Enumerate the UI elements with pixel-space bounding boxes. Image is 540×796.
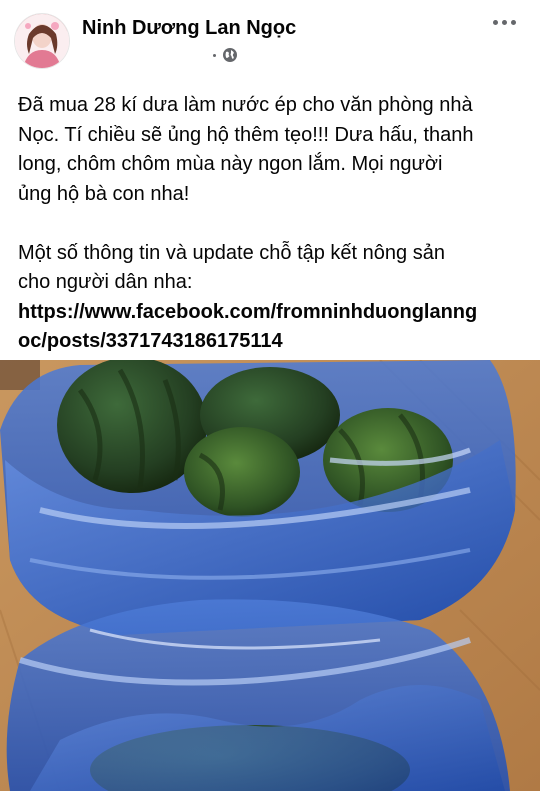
more-options-icon[interactable]	[490, 12, 518, 32]
post-text-line: cho người dân nha:	[18, 271, 193, 293]
post-link-line: https://www.facebook.com/fromninhduongla…	[18, 298, 532, 328]
post-link[interactable]: https://www.facebook.com/fromninhduongla…	[18, 301, 477, 323]
post-body: Đã mua 28 kí dưa làm nước ép cho văn phò…	[18, 91, 532, 357]
more-dot	[501, 19, 507, 25]
post-link-continued[interactable]: oc/posts/3371743186175114	[18, 330, 283, 352]
more-dot	[492, 19, 498, 25]
post-text-line: ủng hộ bà con nha!	[18, 182, 190, 205]
globe-icon[interactable]	[222, 47, 238, 63]
avatar-image	[15, 14, 69, 68]
post-text-line: long, chôm chôm mùa này ngon lắm. Mọi ng…	[18, 153, 443, 175]
more-dot	[510, 19, 516, 25]
post-link-line: oc/posts/3371743186175114	[18, 327, 532, 357]
post-text-line: Nọc. Tí chiều sẽ ủng hộ thêm tẹo!!! Dưa …	[18, 123, 474, 146]
post-header: Ninh Dương Lan Ngọc	[0, 0, 540, 80]
author-name[interactable]: Ninh Dương Lan Ngọc	[82, 17, 296, 40]
post-text-line: Đã mua 28 kí dưa làm nước ép cho văn phò…	[18, 94, 473, 116]
post-text-line: Một số thông tin và update chỗ tập kết n…	[18, 241, 445, 264]
author-avatar[interactable]	[15, 14, 69, 68]
watermelons-in-blue-bags-photo	[0, 357, 540, 796]
post-meta	[213, 47, 238, 63]
post-photo[interactable]	[0, 357, 540, 796]
separator-dot	[213, 53, 216, 57]
